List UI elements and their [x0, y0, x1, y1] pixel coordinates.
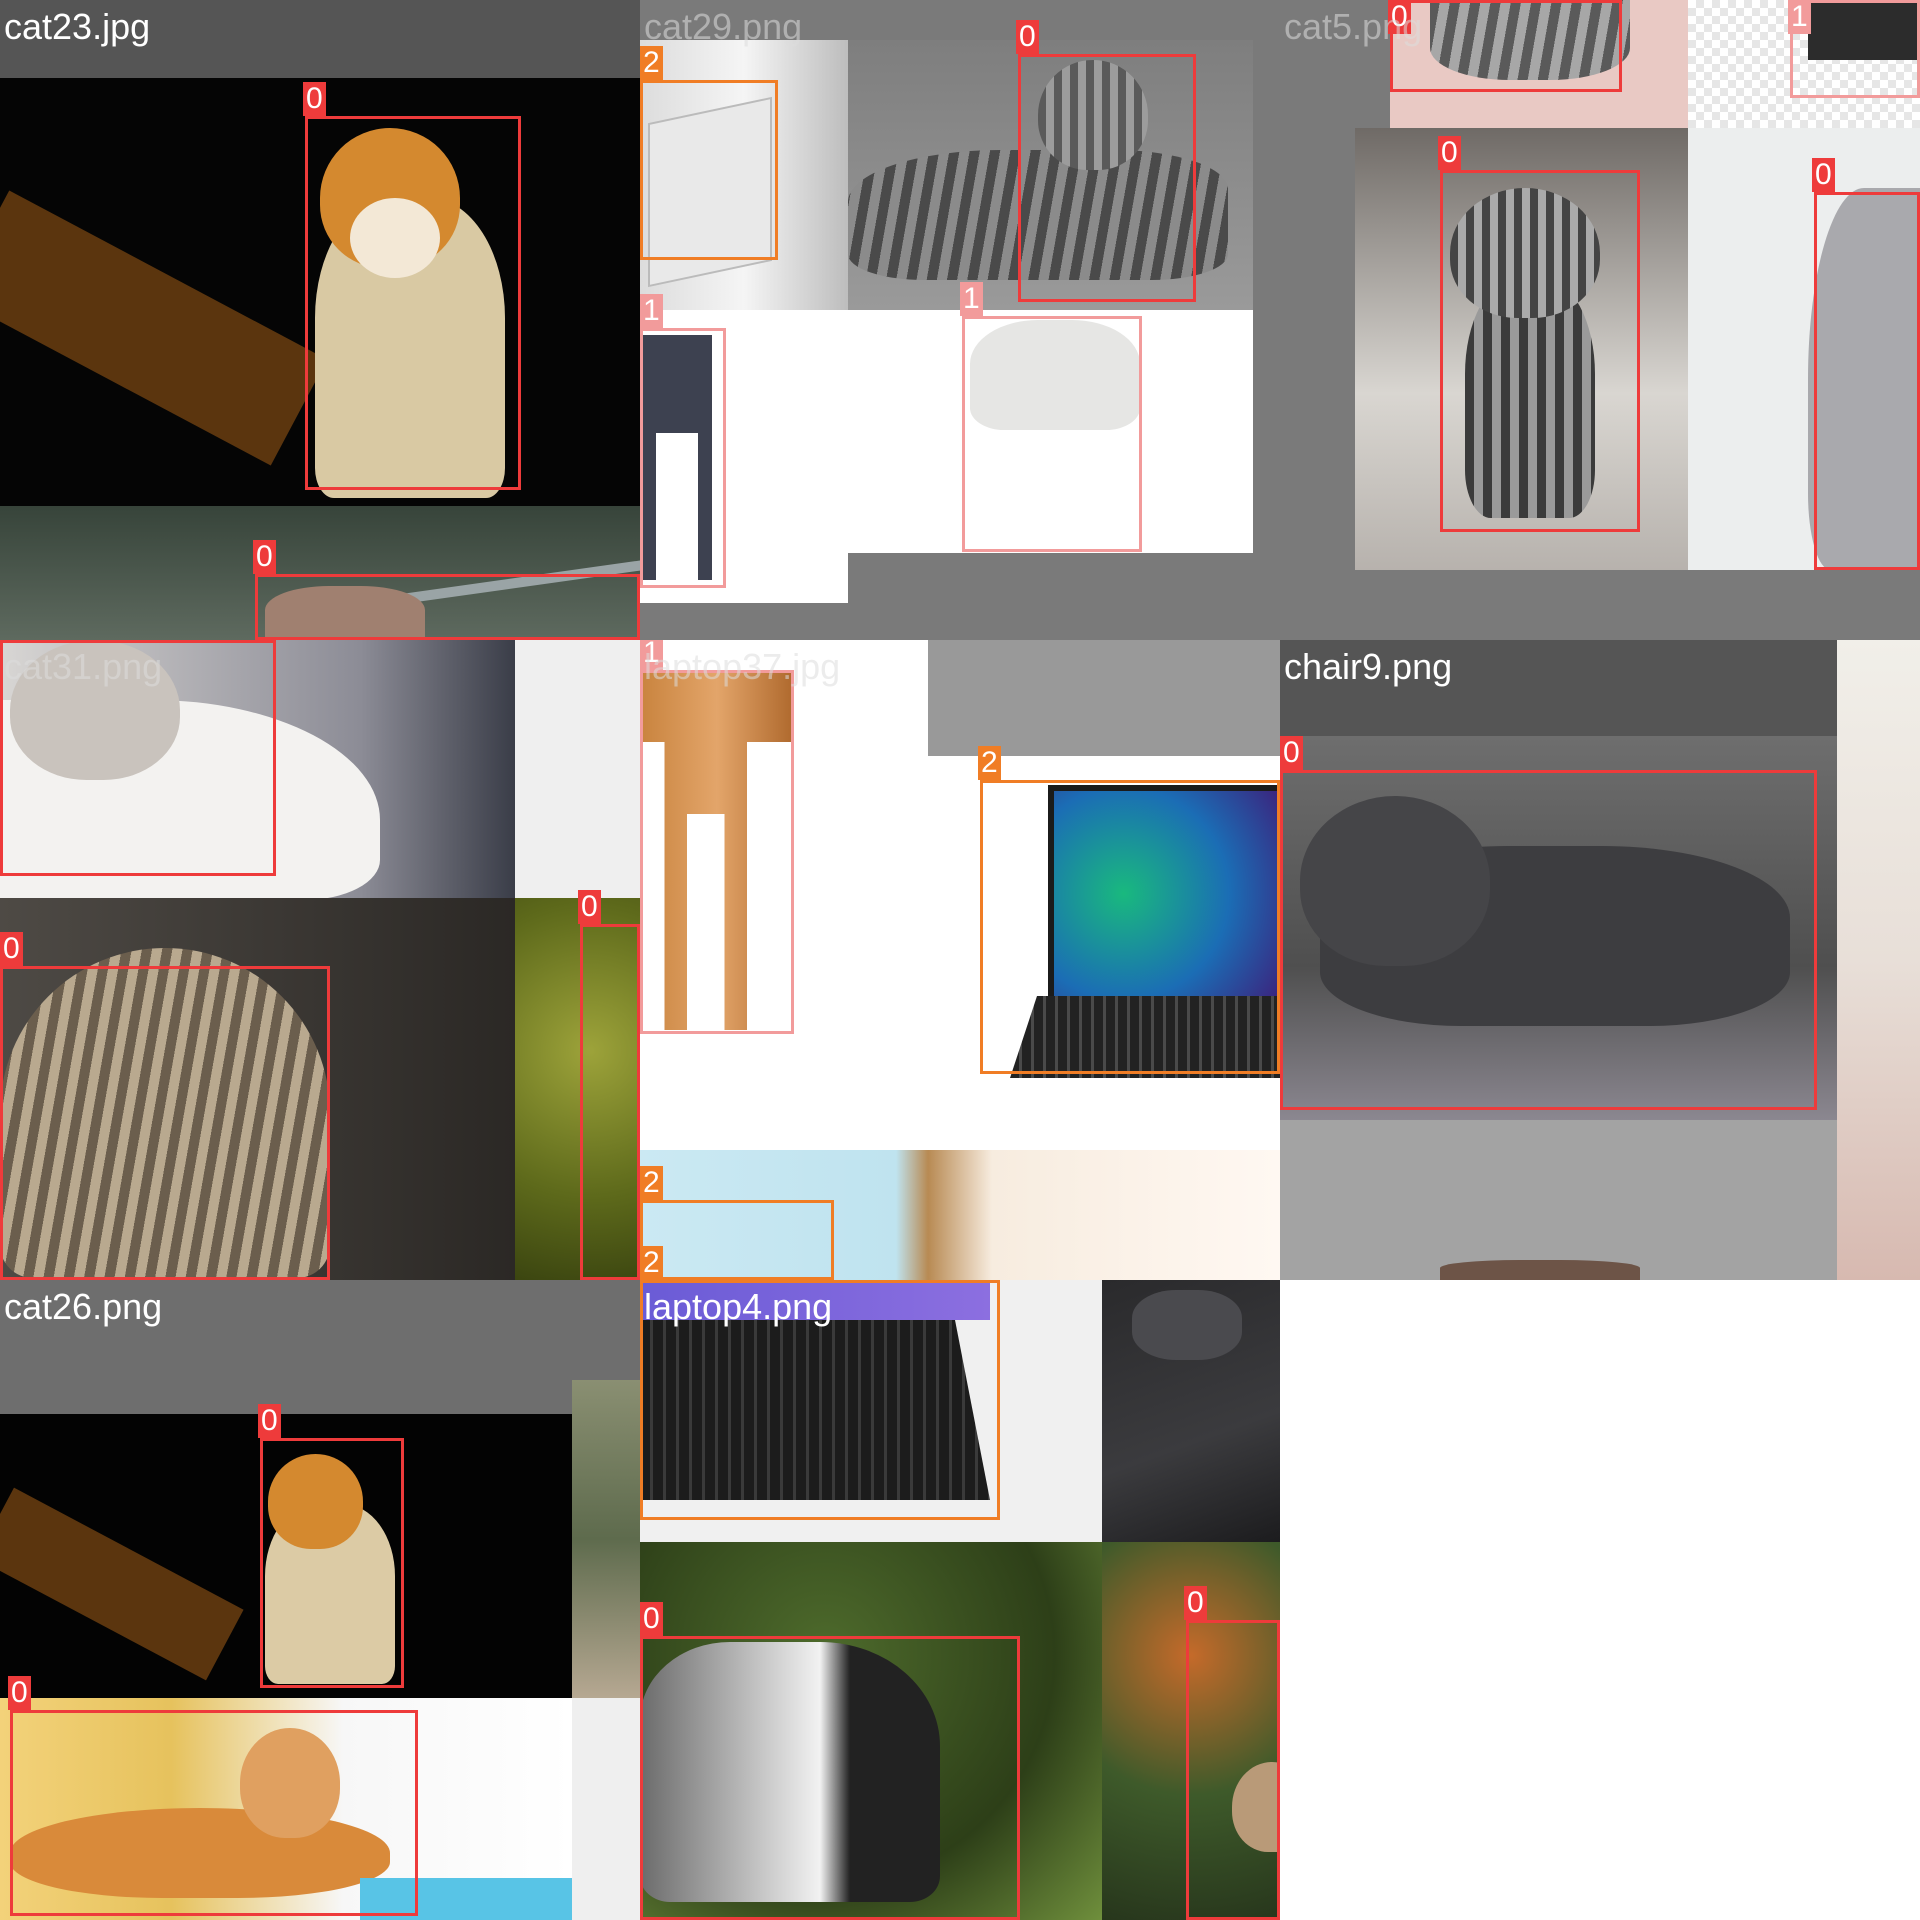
wood-floor-shape [0, 1487, 244, 1681]
bbox-cat [255, 574, 640, 640]
grey-fill [1280, 1120, 1837, 1280]
light-panel [515, 640, 640, 898]
bbox-cat [580, 924, 640, 1280]
tile-label: laptop37.jpg [644, 646, 841, 687]
bbox-chair [640, 328, 726, 588]
bbox-laptop [640, 80, 778, 260]
bbox-cat [305, 116, 521, 490]
bbox-laptop [980, 780, 1280, 1074]
tile-label: cat23.jpg [4, 6, 151, 47]
tile-cat29: cat29.png 2 0 1 1 [640, 0, 1280, 640]
mouse-shape [1132, 1290, 1242, 1360]
bbox-tag: 0 [1016, 20, 1039, 54]
tile-label: cat26.png [4, 1286, 163, 1327]
bbox-cat [10, 1710, 418, 1916]
bbox-cat [1814, 192, 1920, 570]
tile-label: cat5.png [1284, 6, 1423, 47]
bbox-tag: 0 [640, 1602, 663, 1636]
detection-mosaic: cat23.jpg 0 0 cat29.png 2 0 1 1 cat5.png… [0, 0, 1920, 1920]
mouse-desk-photo [1102, 1280, 1280, 1542]
tile-cat26: cat26.png 0 0 [0, 1280, 640, 1920]
blurred-photo [572, 1380, 640, 1698]
bbox-tag: 0 [1438, 136, 1461, 170]
bbox-laptop [640, 1200, 834, 1280]
grey-header-band [928, 640, 1280, 756]
tile-laptop4: laptop4.png 0 0 [640, 1280, 1280, 1920]
bbox-tag: 1 [960, 282, 983, 316]
bbox-tag: 0 [0, 932, 23, 966]
bbox-tag: 0 [258, 1404, 281, 1438]
bbox-tag: 1 [1788, 0, 1811, 34]
bbox-tag: 0 [303, 82, 326, 116]
room-photo [1837, 640, 1920, 1280]
bbox-cat [260, 1438, 404, 1688]
bbox-tag: 0 [578, 890, 601, 924]
tile-label: chair9.png [1284, 646, 1453, 687]
bbox-tag: 0 [1184, 1586, 1207, 1620]
tile-laptop37: laptop37.jpg 1 2 2 2 [640, 640, 1280, 1280]
stool-shape [1440, 1260, 1640, 1280]
tile-label: cat29.png [644, 6, 803, 47]
bbox-tag: 0 [8, 1676, 31, 1710]
bbox-cat [1390, 0, 1622, 92]
grey-step [848, 553, 1253, 603]
bbox-cat [1280, 770, 1817, 1110]
tile-label: cat31.png [4, 646, 163, 687]
tile-cat31: cat31.png 0 0 0 [0, 640, 640, 1280]
bbox-cat [1440, 170, 1640, 532]
chair-white-bg [640, 310, 1253, 553]
bbox-chair [640, 670, 794, 1034]
tile-cat5: cat5.png 0 1 0 0 [1280, 0, 1920, 640]
bbox-tag: 0 [1280, 736, 1303, 770]
bbox-tag: 2 [640, 1246, 663, 1280]
bbox-chair [962, 316, 1142, 552]
empty-area [1280, 1280, 1920, 1920]
bbox-cat [1018, 54, 1196, 302]
bbox-tag: 2 [640, 1166, 663, 1200]
bbox-tag: 2 [640, 46, 663, 80]
tile-cat23: cat23.jpg 0 0 [0, 0, 640, 640]
light-panel [572, 1698, 640, 1920]
bbox-cat [0, 966, 330, 1280]
tile-chair9: chair9.png 0 [1280, 640, 1920, 1280]
bbox-tag: 2 [978, 746, 1001, 780]
wood-floor-shape [0, 190, 328, 466]
bbox-tag: 0 [253, 540, 276, 574]
bbox-tag: 0 [1812, 158, 1835, 192]
bbox-tag: 1 [640, 294, 663, 328]
bbox-cat [1186, 1620, 1280, 1920]
bbox-cat [640, 1636, 1020, 1920]
tile-label: laptop4.png [644, 1286, 833, 1327]
